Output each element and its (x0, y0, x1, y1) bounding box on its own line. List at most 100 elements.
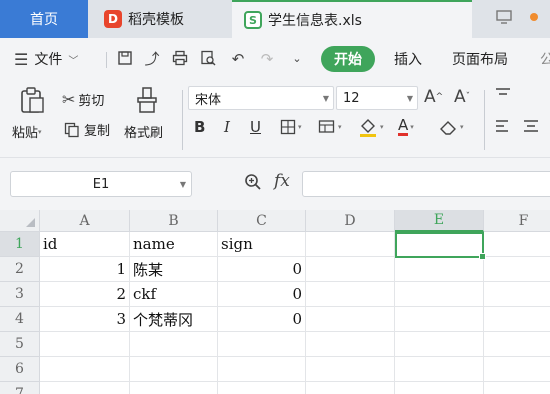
cell-e4[interactable] (395, 307, 484, 332)
font-name-select[interactable]: 宋体 ▼ (188, 86, 334, 110)
file-menu-button[interactable]: ☰ 文件 ﹀ (14, 49, 78, 69)
more-dropdown-icon[interactable]: ⌄ (288, 50, 306, 68)
cell-c4[interactable]: 0 (218, 307, 306, 332)
cell-f2[interactable] (484, 257, 550, 282)
cell-d7[interactable] (306, 382, 395, 394)
print-preview-icon[interactable] (199, 50, 217, 68)
font-size-select[interactable]: 12 ▼ (336, 86, 418, 110)
cell-a3[interactable]: 2 (40, 282, 130, 307)
screen-icon[interactable] (496, 10, 512, 24)
cell-c5[interactable] (218, 332, 306, 357)
fill-color-button[interactable]: ▾ (358, 117, 384, 137)
align-top-icon[interactable] (494, 86, 512, 104)
tab-formula[interactable]: 公 (540, 49, 550, 69)
column-header-e[interactable]: E (395, 210, 484, 232)
column-header-b[interactable]: B (130, 210, 218, 232)
cell-d5[interactable] (306, 332, 395, 357)
cell-f3[interactable] (484, 282, 550, 307)
formula-input[interactable] (302, 171, 550, 197)
cell-e5[interactable] (395, 332, 484, 357)
cell-d3[interactable] (306, 282, 395, 307)
cell-f4[interactable] (484, 307, 550, 332)
cell-a7[interactable] (40, 382, 130, 394)
row-header-1[interactable]: 1 (0, 232, 40, 257)
paste-button[interactable]: 粘贴 ▾ (12, 122, 42, 141)
cell-e6[interactable] (395, 357, 484, 382)
align-left-icon[interactable] (494, 118, 512, 136)
increase-font-size-icon[interactable]: A ^ (424, 87, 443, 107)
align-center-icon[interactable] (522, 118, 540, 136)
row-header-4[interactable]: 4 (0, 307, 40, 332)
tab-home[interactable]: 首页 (0, 0, 88, 38)
copy-button[interactable]: 复制 (64, 120, 110, 139)
cut-button[interactable]: ✂ 剪切 (62, 90, 104, 109)
cell-f1[interactable] (484, 232, 550, 257)
underline-button[interactable]: U (250, 117, 261, 137)
redo-icon[interactable]: ↷ (258, 50, 276, 68)
cell-c7[interactable] (218, 382, 306, 394)
row-header-7[interactable]: 7 (0, 382, 40, 394)
cell-b6[interactable] (130, 357, 218, 382)
cell-c6[interactable] (218, 357, 306, 382)
cell-e7[interactable] (395, 382, 484, 394)
clear-format-button[interactable]: ▾ (438, 117, 464, 137)
undo-icon[interactable]: ↶ (229, 50, 247, 68)
cell-f7[interactable] (484, 382, 550, 394)
row-header-6[interactable]: 6 (0, 357, 40, 382)
cell-f6[interactable] (484, 357, 550, 382)
cell-a1[interactable]: id (40, 232, 130, 257)
select-all-corner[interactable] (0, 210, 40, 232)
format-painter-icon[interactable] (134, 86, 160, 114)
format-painter-button[interactable]: 格式刷 (124, 122, 163, 141)
export-icon[interactable]: ⤴ (143, 50, 161, 68)
paste-icon[interactable] (18, 86, 46, 114)
column-header-d[interactable]: D (306, 210, 395, 232)
tab-start[interactable]: 开始 (321, 46, 375, 72)
cell-style-button[interactable]: ▾ (318, 117, 342, 137)
cell-d2[interactable] (306, 257, 395, 282)
cell-b1[interactable]: name (130, 232, 218, 257)
column-header-a[interactable]: A (40, 210, 130, 232)
font-color-button[interactable]: A ▾ (398, 117, 414, 137)
column-header-c[interactable]: C (218, 210, 306, 232)
row-header-2[interactable]: 2 (0, 257, 40, 282)
column-header-f[interactable]: F (484, 210, 550, 232)
tab-docer-template[interactable]: D 稻壳模板 (88, 0, 230, 38)
print-icon[interactable] (171, 50, 189, 68)
cell-a2[interactable]: 1 (40, 257, 130, 282)
row-header-5[interactable]: 5 (0, 332, 40, 357)
cell-f5[interactable] (484, 332, 550, 357)
cell-b2[interactable]: 陈某 (130, 257, 218, 282)
cell-b4[interactable]: 个梵蒂冈 (130, 307, 218, 332)
cell-d6[interactable] (306, 357, 395, 382)
function-fx-icon[interactable]: fx (274, 171, 290, 191)
cell-a5[interactable] (40, 332, 130, 357)
tab-spreadsheet-file[interactable]: S 学生信息表.xls (232, 0, 472, 38)
active-cell-border[interactable] (395, 232, 486, 260)
cell-d4[interactable] (306, 307, 395, 332)
name-box[interactable]: E1 ▼ (10, 171, 192, 197)
spreadsheet-file-icon: S (244, 11, 262, 29)
cell-b7[interactable] (130, 382, 218, 394)
zoom-icon[interactable] (244, 173, 262, 195)
tab-insert[interactable]: 插入 (394, 49, 422, 69)
cell-c1[interactable]: sign (218, 232, 306, 257)
cell-a4[interactable]: 3 (40, 307, 130, 332)
cell-e2[interactable] (395, 257, 484, 282)
save-icon[interactable] (116, 50, 134, 68)
row-header-3[interactable]: 3 (0, 282, 40, 307)
cell-c2[interactable]: 0 (218, 257, 306, 282)
italic-button[interactable]: I (224, 117, 230, 137)
cell-b3[interactable]: ckf (130, 282, 218, 307)
cell-a6[interactable] (40, 357, 130, 382)
cell-e3[interactable] (395, 282, 484, 307)
cell-c3[interactable]: 0 (218, 282, 306, 307)
cell-d1[interactable] (306, 232, 395, 257)
decrease-font-size-icon[interactable]: Aˇ (454, 87, 470, 107)
bold-icon: B (194, 118, 206, 136)
format-painter-label: 格式刷 (124, 126, 164, 141)
border-button[interactable]: ▾ (280, 117, 302, 137)
bold-button[interactable]: B (194, 117, 205, 137)
tab-page-layout[interactable]: 页面布局 (452, 49, 508, 69)
cell-b5[interactable] (130, 332, 218, 357)
